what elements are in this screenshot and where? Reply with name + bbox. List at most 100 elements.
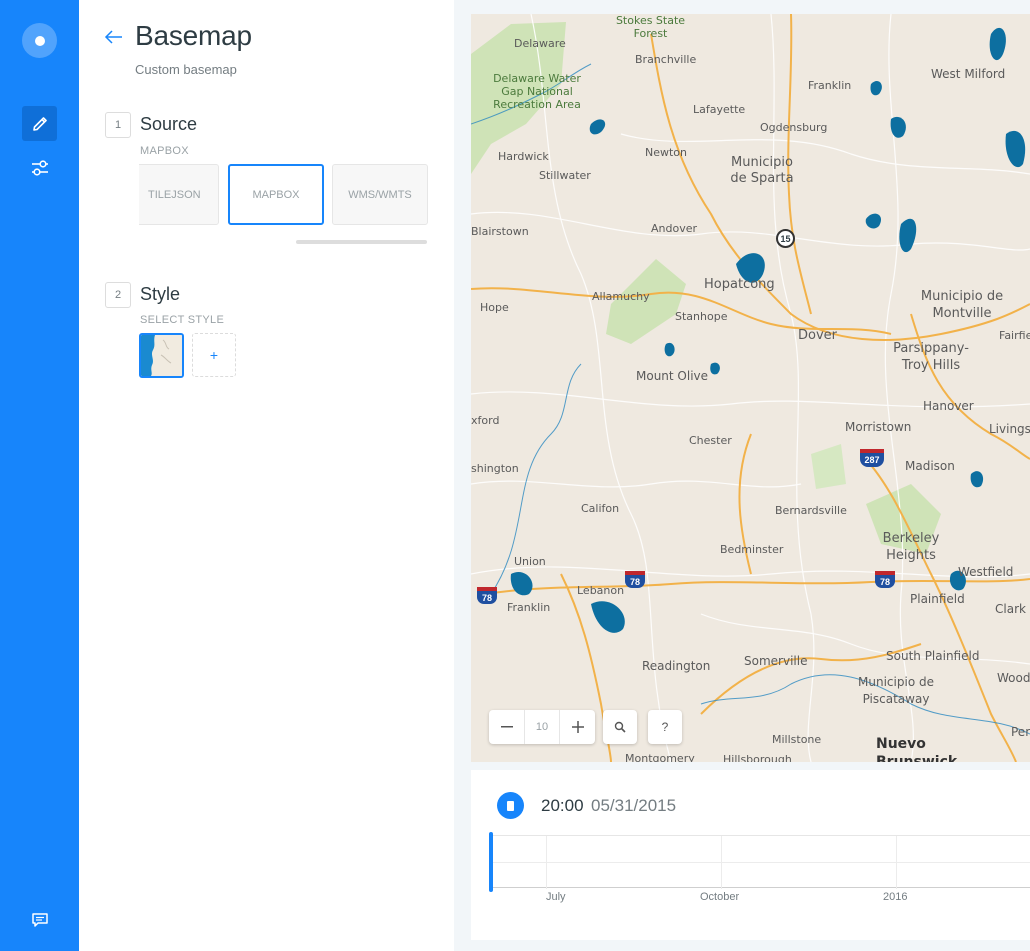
map-label: Stokes State Forest <box>615 14 686 40</box>
histogram-gridline <box>721 836 722 889</box>
histogram-gridline <box>896 836 897 889</box>
map-help-button[interactable]: ? <box>648 710 682 744</box>
add-style-button[interactable]: + <box>192 333 236 377</box>
app-logo[interactable] <box>22 23 57 58</box>
interstate-shield: 78 <box>625 571 645 588</box>
map-label: Municipio de Piscataway <box>858 675 934 706</box>
style-thumbnail[interactable] <box>139 333 184 378</box>
step-number-source: 1 <box>105 112 131 138</box>
page-subtitle: Custom basemap <box>135 62 237 77</box>
map-label: Livingst <box>989 422 1030 436</box>
basemap-map[interactable]: Stokes State Forest Delaware Branchville… <box>471 14 1030 762</box>
tab-wms-wmts[interactable]: WMS/WMTS <box>332 164 428 225</box>
map-label: Hope <box>480 301 509 314</box>
left-rail <box>0 0 79 951</box>
comment-icon <box>31 912 48 927</box>
map-label: Morristown <box>845 420 912 434</box>
map-label: Municipio de Sparta <box>730 155 794 186</box>
map-label: Newton <box>645 146 688 159</box>
pencil-icon <box>32 116 47 131</box>
map-label: Hanover <box>923 399 974 413</box>
map-label: Peri <box>1011 725 1030 739</box>
map-label: Westfield <box>958 565 1014 579</box>
timeline-date: 05/31/2015 <box>591 796 677 815</box>
map-label: Branchville <box>635 53 697 66</box>
map-label: Bedminster <box>720 543 784 556</box>
map-label: Delaware Water Gap National Recreation A… <box>493 72 581 111</box>
map-label: Madison <box>905 459 955 473</box>
map-label: Union <box>514 555 546 568</box>
source-tabs-scrollbar[interactable] <box>296 240 427 244</box>
step-number-style: 2 <box>105 282 131 308</box>
tick-label: October <box>700 891 740 903</box>
plus-icon <box>571 721 584 733</box>
timeline-cursor[interactable] <box>489 832 493 892</box>
map-label: Chester <box>689 434 732 447</box>
select-style-label: SELECT STYLE <box>140 314 225 326</box>
map-label: Ogdensburg <box>760 121 828 134</box>
timeline-histogram[interactable] <box>489 832 1030 892</box>
histogram-midline <box>491 862 1030 863</box>
zoom-controls: 10 <box>489 710 595 744</box>
map-label: Wood <box>997 671 1030 685</box>
map-label: xford <box>471 414 500 427</box>
interstate-shield: 78 <box>477 587 497 604</box>
tab-tilejson[interactable]: TILEJSON <box>139 164 219 225</box>
back-button[interactable] <box>104 30 124 49</box>
map-label: Millstone <box>772 733 822 746</box>
style-heading: Style <box>140 284 181 304</box>
map-label: West Milford <box>931 67 1006 81</box>
source-label: MAPBOX <box>140 145 189 157</box>
tab-mapbox[interactable]: MAPBOX <box>228 164 324 225</box>
map-label: Berkeley Heights <box>882 531 940 563</box>
zoom-in-button[interactable] <box>560 710 595 744</box>
map-label: Plainfield <box>910 592 965 606</box>
map-label: Stanhope <box>675 310 728 323</box>
pause-button[interactable] <box>497 792 524 819</box>
zoom-level: 10 <box>524 710 560 744</box>
map-label: Hopatcong <box>704 277 775 292</box>
map-label: Franklin <box>507 601 551 614</box>
map-label: Stillwater <box>539 169 591 182</box>
interstate-shield: 78 <box>875 571 895 588</box>
map-label: Blairstown <box>471 225 529 238</box>
map-labels: Stokes State Forest Delaware Branchville… <box>471 14 1030 762</box>
map-label: shington <box>471 462 519 475</box>
arrow-left-icon <box>104 30 122 44</box>
map-label: Hillsborough <box>723 753 792 762</box>
map-label: Montgomery <box>625 752 695 762</box>
source-heading: Source <box>140 114 198 134</box>
sliders-icon <box>31 159 48 176</box>
logo-dot-icon <box>35 36 45 46</box>
map-label: Fairfie <box>999 329 1030 342</box>
map-label: Somerville <box>744 654 808 668</box>
search-icon <box>614 721 626 733</box>
timeline-time: 20:00 <box>541 796 584 815</box>
map-label: Califon <box>581 502 620 515</box>
map-label: Hardwick <box>498 150 549 163</box>
map-label: Clark <box>995 602 1026 616</box>
map-label: South Plainfield <box>886 649 980 663</box>
map-label: Nuevo Brunswick <box>876 736 958 762</box>
map-search-button[interactable] <box>603 710 637 744</box>
map-label: Lafayette <box>693 103 746 116</box>
timeline-widget: 20:00 05/31/2015 July October 2016 <box>471 770 1030 940</box>
zoom-out-button[interactable] <box>489 710 524 744</box>
minus-icon <box>500 726 513 728</box>
edit-layers-button[interactable] <box>22 106 57 141</box>
map-label: Dover <box>798 328 837 343</box>
map-label: Municipio de Montville <box>920 289 1004 321</box>
style-settings-button[interactable] <box>22 150 57 185</box>
map-label: Allamuchy <box>592 290 650 303</box>
pause-icon <box>507 800 514 811</box>
map-label: Delaware <box>514 37 566 50</box>
tick-label: 2016 <box>883 891 908 903</box>
histogram-gridline <box>546 836 547 889</box>
map-label: Franklin <box>808 79 852 92</box>
map-label: Bernardsville <box>775 504 847 517</box>
map-label: Readington <box>642 659 711 673</box>
page-title: Basemap <box>135 20 252 51</box>
feedback-button[interactable] <box>22 902 57 937</box>
interstate-shield: 287 <box>860 449 884 467</box>
basemap-panel: Basemap Custom basemap 1 Source MAPBOX T… <box>79 0 454 951</box>
